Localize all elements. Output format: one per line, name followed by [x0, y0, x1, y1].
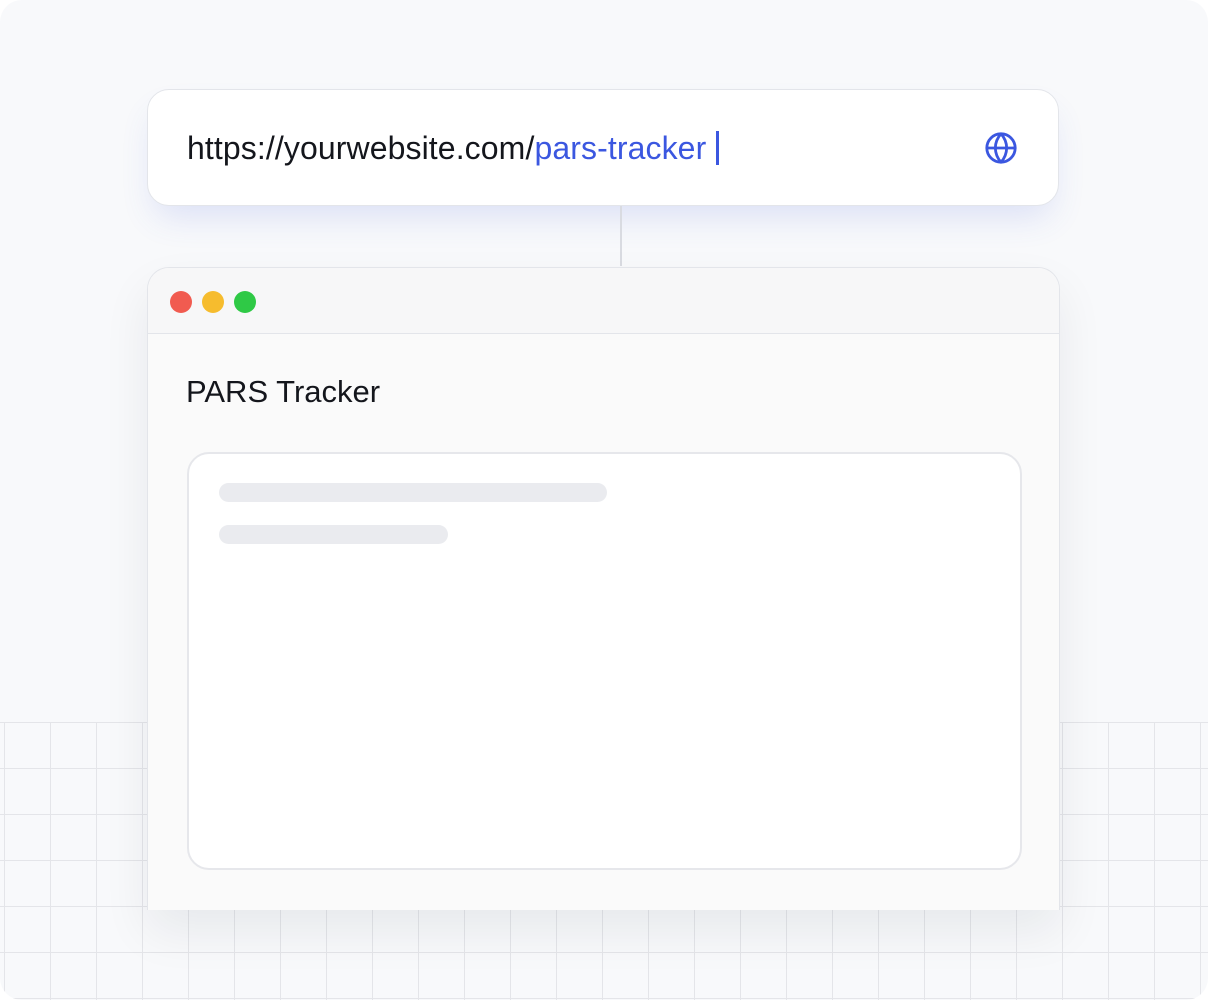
- skeleton-line: [219, 483, 607, 502]
- address-bar[interactable]: https://yourwebsite.com/pars-tracker: [147, 89, 1059, 206]
- window-titlebar: [148, 268, 1059, 334]
- connector-line: [620, 206, 622, 266]
- page-title: PARS Tracker: [186, 374, 381, 409]
- skeleton-line: [219, 525, 448, 544]
- text-caret: [716, 131, 720, 165]
- browser-window: PARS Tracker: [147, 267, 1060, 910]
- url-base: https://yourwebsite.com/: [187, 130, 535, 166]
- url-field[interactable]: https://yourwebsite.com/pars-tracker: [187, 126, 720, 170]
- close-window-button[interactable]: [170, 291, 192, 313]
- illustration-canvas: https://yourwebsite.com/pars-tracker PAR…: [0, 0, 1208, 1000]
- url-path: pars-tracker: [534, 130, 707, 166]
- minimize-window-button[interactable]: [202, 291, 224, 313]
- page-content: PARS Tracker: [148, 334, 1059, 910]
- content-card: [187, 452, 1022, 870]
- maximize-window-button[interactable]: [234, 291, 256, 313]
- globe-icon[interactable]: [984, 131, 1018, 165]
